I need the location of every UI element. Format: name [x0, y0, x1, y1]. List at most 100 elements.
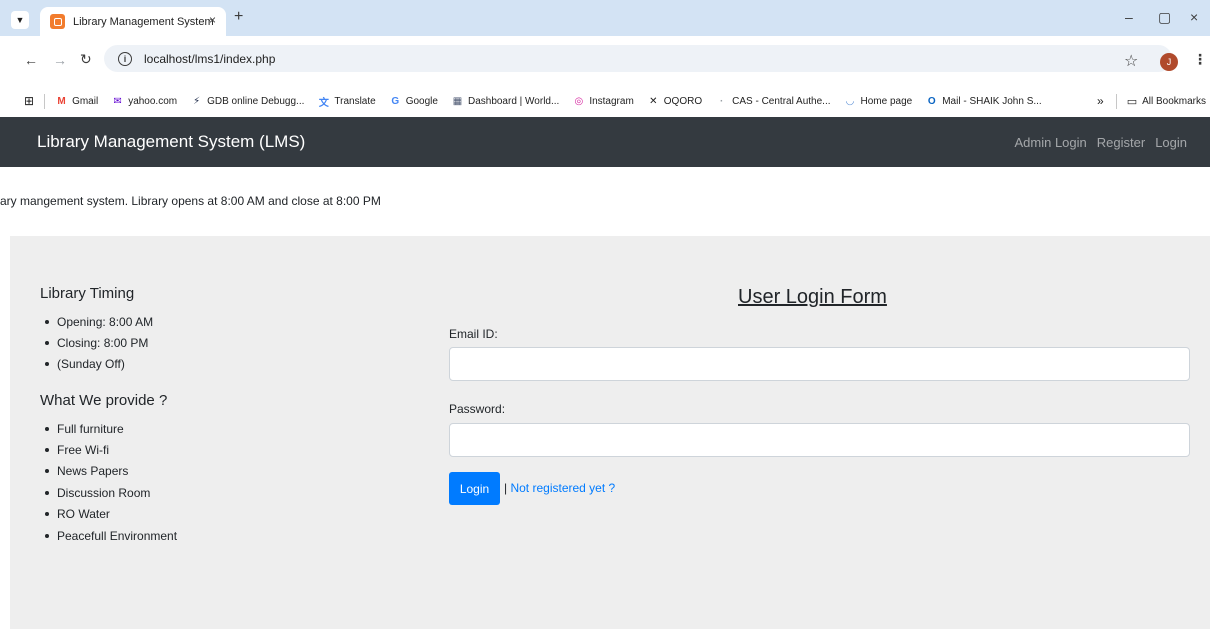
bookmark-item[interactable]: ◡ Home page — [844, 95, 913, 108]
instagram-icon: ◎ — [574, 95, 584, 107]
bookmark-item[interactable]: G Google — [389, 95, 438, 108]
list-item-label: Peacefull Environment — [57, 528, 178, 543]
bullet-icon — [45, 490, 49, 495]
profile-avatar[interactable]: J — [1160, 53, 1178, 71]
bookmark-item[interactable]: · CAS - Central Authe... — [715, 95, 831, 108]
list-item: Peacefull Environment — [45, 525, 177, 546]
form-title: User Login Form — [738, 286, 887, 308]
email-field[interactable] — [449, 347, 1190, 381]
bullet-icon — [45, 426, 49, 431]
minimize-icon[interactable]: – — [1125, 9, 1133, 25]
password-field[interactable] — [449, 423, 1190, 457]
not-registered-link[interactable]: Not registered yet ? — [510, 481, 615, 495]
translate-icon: 文 — [318, 97, 329, 109]
bookmark-item[interactable]: 文 Translate — [317, 95, 376, 109]
bullet-icon — [45, 512, 49, 517]
provide-list: Full furniture Free Wi-fi News Papers Discu… — [45, 418, 177, 546]
bookmark-label: Translate — [334, 95, 376, 107]
list-item: Opening: 8:00 AM — [45, 311, 153, 332]
bookmark-item[interactable]: O Mail - SHAIK John S... — [925, 95, 1042, 108]
tab-search-button[interactable]: ▼ — [11, 11, 29, 29]
list-item: Full furniture — [45, 418, 177, 439]
tab-close-icon[interactable]: × — [209, 13, 216, 27]
xampp-favicon-icon — [50, 14, 65, 29]
what-we-provide-heading: What We provide ? — [40, 392, 168, 409]
bookmark-label: Home page — [860, 95, 913, 107]
homepage-icon: ◡ — [846, 95, 854, 107]
bookmark-label: Dashboard | World... — [467, 95, 560, 107]
address-bar[interactable]: i localhost/lms1/index.php — [104, 45, 1172, 72]
url-text[interactable]: localhost/lms1/index.php — [144, 52, 275, 66]
list-item: Free Wi-fi — [45, 439, 177, 460]
email-label: Email ID: — [449, 327, 498, 341]
list-item-label: Closing: 8:00 PM — [57, 336, 149, 351]
list-item: Discussion Room — [45, 482, 177, 503]
separator: | — [504, 481, 508, 495]
tab-title: Library Management System — [73, 15, 214, 28]
apps-grid-icon[interactable]: ⊞ — [24, 94, 34, 108]
bookmark-item[interactable]: ▦ Dashboard | World... — [451, 95, 560, 108]
reload-icon[interactable]: ↻ — [80, 51, 92, 68]
bookmarks-divider — [1115, 93, 1117, 109]
bullet-icon — [45, 319, 49, 324]
bookmark-label: GDB online Debugg... — [207, 95, 305, 107]
cas-icon: · — [719, 95, 724, 107]
bookmark-label: OQORO — [663, 95, 703, 107]
list-item-label: (Sunday Off) — [57, 357, 125, 372]
bullet-icon — [45, 341, 49, 346]
browser-tab[interactable]: Library Management System × — [40, 7, 226, 36]
browser-tabstrip: ▼ Library Management System × + – ▢ × — [0, 0, 1210, 36]
list-item: (Sunday Off) — [45, 354, 153, 375]
nav-register[interactable]: Register — [1097, 135, 1145, 150]
bullet-icon — [45, 469, 49, 474]
list-item: News Papers — [45, 461, 177, 482]
all-bookmarks-link[interactable]: All Bookmarks — [1142, 96, 1206, 107]
bookmark-label: Google — [405, 95, 438, 107]
nav-admin-login[interactable]: Admin Login — [1014, 135, 1086, 150]
marquee-text: ary mangement system. Library opens at 8… — [0, 194, 381, 208]
bullet-icon — [45, 448, 49, 453]
restore-icon[interactable]: ▢ — [1158, 9, 1171, 26]
window-close-icon[interactable]: × — [1190, 9, 1198, 25]
google-icon: G — [391, 95, 400, 107]
list-item-label: Opening: 8:00 AM — [57, 314, 154, 329]
mail-icon: ✉ — [113, 95, 122, 107]
bullet-icon — [45, 533, 49, 538]
list-item-label: News Papers — [57, 464, 129, 479]
folder-icon: ▭ — [1126, 95, 1138, 108]
dashboard-icon: ▦ — [452, 95, 463, 107]
outlook-icon: O — [927, 95, 936, 107]
bookmark-label: CAS - Central Authe... — [732, 95, 831, 107]
list-item-label: RO Water — [57, 507, 110, 522]
library-timing-heading: Library Timing — [40, 285, 135, 302]
bookmarks-overflow-icon[interactable]: » — [1097, 94, 1104, 108]
password-label: Password: — [449, 402, 506, 416]
forward-arrow-icon[interactable]: → — [53, 52, 67, 68]
bookmark-item[interactable]: ✕ OQORO — [647, 95, 702, 108]
bookmark-label: Mail - SHAIK John S... — [942, 95, 1042, 107]
bookmarks-bar: ⊞ M Gmail ✉ yahoo.com ⚡ GDB online Debugg... 文… — [0, 86, 1210, 116]
new-tab-icon[interactable]: + — [234, 8, 243, 26]
bookmark-item[interactable]: ✉ yahoo.com — [111, 95, 177, 108]
bookmarks-divider — [44, 93, 46, 109]
bookmark-item[interactable]: M Gmail — [55, 95, 98, 108]
list-item-label: Discussion Room — [57, 485, 151, 500]
site-brand[interactable]: Library Management System (LMS) — [37, 132, 305, 152]
bookmark-item[interactable]: ⚡ GDB online Debugg... — [190, 95, 304, 108]
timing-list: Opening: 8:00 AM Closing: 8:00 PM (Sunday … — [45, 311, 153, 375]
site-navbar: Library Management System (LMS) Admin Lo… — [0, 117, 1210, 167]
bookmark-star-icon[interactable]: ☆ — [1124, 51, 1138, 71]
gdb-icon: ⚡ — [193, 95, 201, 107]
bookmark-label: Instagram — [589, 95, 634, 107]
login-button[interactable]: Login — [449, 472, 500, 505]
site-info-icon[interactable]: i — [118, 51, 132, 66]
browser-menu-icon[interactable]: ⋮ — [1193, 51, 1207, 68]
list-item: RO Water — [45, 504, 177, 525]
back-arrow-icon[interactable]: ← — [24, 52, 38, 68]
gmail-icon: M — [57, 95, 66, 107]
bullet-icon — [45, 362, 49, 367]
bookmark-item[interactable]: ◎ Instagram — [572, 95, 633, 108]
nav-login[interactable]: Login — [1155, 135, 1187, 150]
chevron-down-icon: ▼ — [15, 15, 25, 25]
list-item-label: Full furniture — [57, 421, 124, 436]
